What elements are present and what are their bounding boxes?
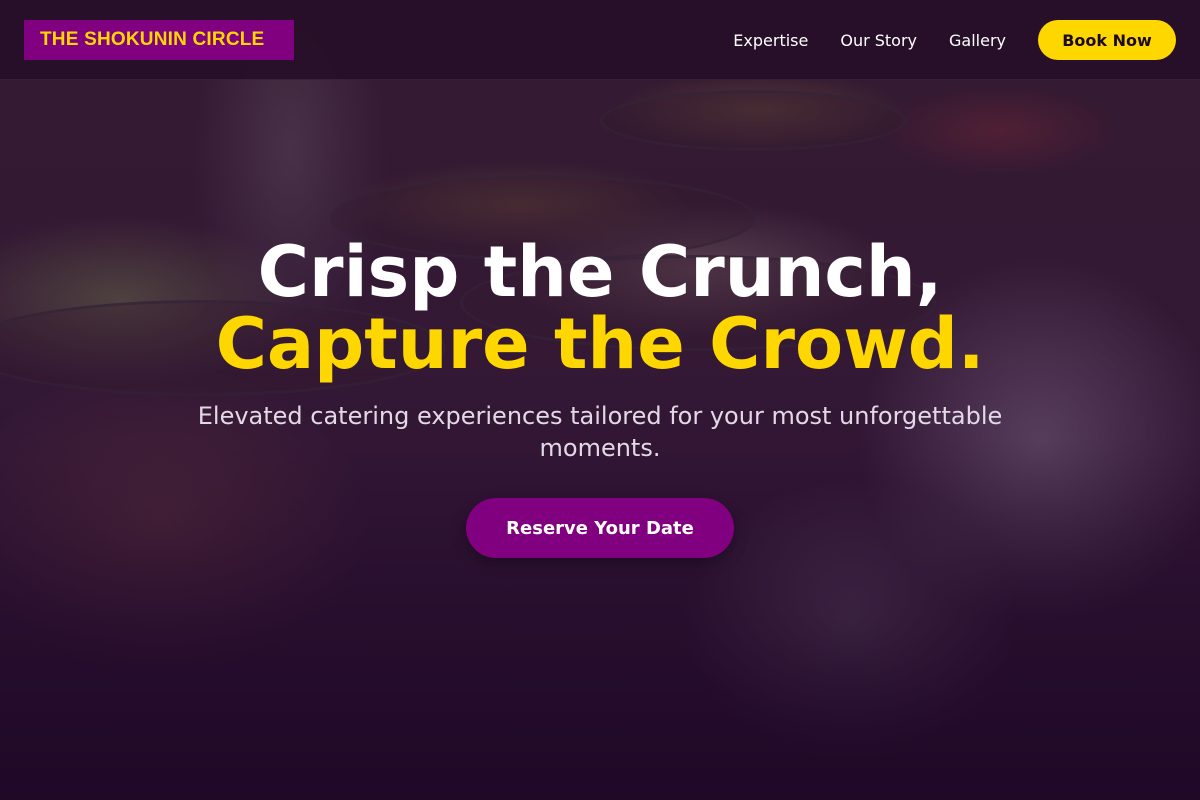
hero-headline: Crisp the Crunch, Capture the Crowd. xyxy=(0,236,1200,380)
page: THE SHOKUNIN CIRCLE Expertise Our Story … xyxy=(0,0,1200,800)
hero-headline-line1: Crisp the Crunch, xyxy=(257,231,943,313)
hero-headline-line2: Capture the Crowd. xyxy=(215,303,985,385)
hero-subtitle: Elevated catering experiences tailored f… xyxy=(197,402,1003,462)
nav-link-our-story[interactable]: Our Story xyxy=(840,31,917,50)
nav-link-expertise[interactable]: Expertise xyxy=(733,31,808,50)
main-nav: Expertise Our Story Gallery Book Now xyxy=(733,20,1176,60)
reserve-date-button[interactable]: Reserve Your Date xyxy=(466,498,734,558)
hero-section: Crisp the Crunch, Capture the Crowd. Ele… xyxy=(0,236,1200,558)
site-header: THE SHOKUNIN CIRCLE Expertise Our Story … xyxy=(0,0,1200,80)
book-now-button[interactable]: Book Now xyxy=(1038,20,1176,60)
site-logo[interactable]: THE SHOKUNIN CIRCLE xyxy=(24,20,294,60)
nav-link-gallery[interactable]: Gallery xyxy=(949,31,1006,50)
